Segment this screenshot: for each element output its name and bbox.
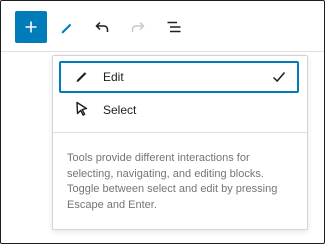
plus-icon [25,21,37,33]
redo-icon [131,21,145,32]
editor-frame: Edit Select Tools provide different inte… [0,0,325,244]
undo-icon [95,21,109,32]
add-block-button[interactable] [15,11,47,43]
list-view-icon [167,21,181,33]
pointer-icon [76,101,88,116]
edit-menu-item[interactable]: Edit [59,61,299,93]
pencil-icon [61,23,72,34]
document-overview-button[interactable] [158,11,190,43]
edit-menu-item-label: Edit [103,70,124,84]
menu-divider [53,132,307,133]
checkmark-icon [272,72,286,83]
undo-button[interactable] [86,11,118,43]
select-menu-item-label: Select [103,103,137,117]
tools-menu-popover: Edit Select Tools provide different inte… [52,55,308,230]
tools-help-text: Tools provide different interactions for… [67,152,278,211]
tools-button[interactable] [50,11,82,43]
select-menu-item[interactable]: Select [59,94,299,126]
pencil-icon [76,72,87,82]
redo-button[interactable] [122,11,154,43]
editor-toolbar [1,1,324,52]
